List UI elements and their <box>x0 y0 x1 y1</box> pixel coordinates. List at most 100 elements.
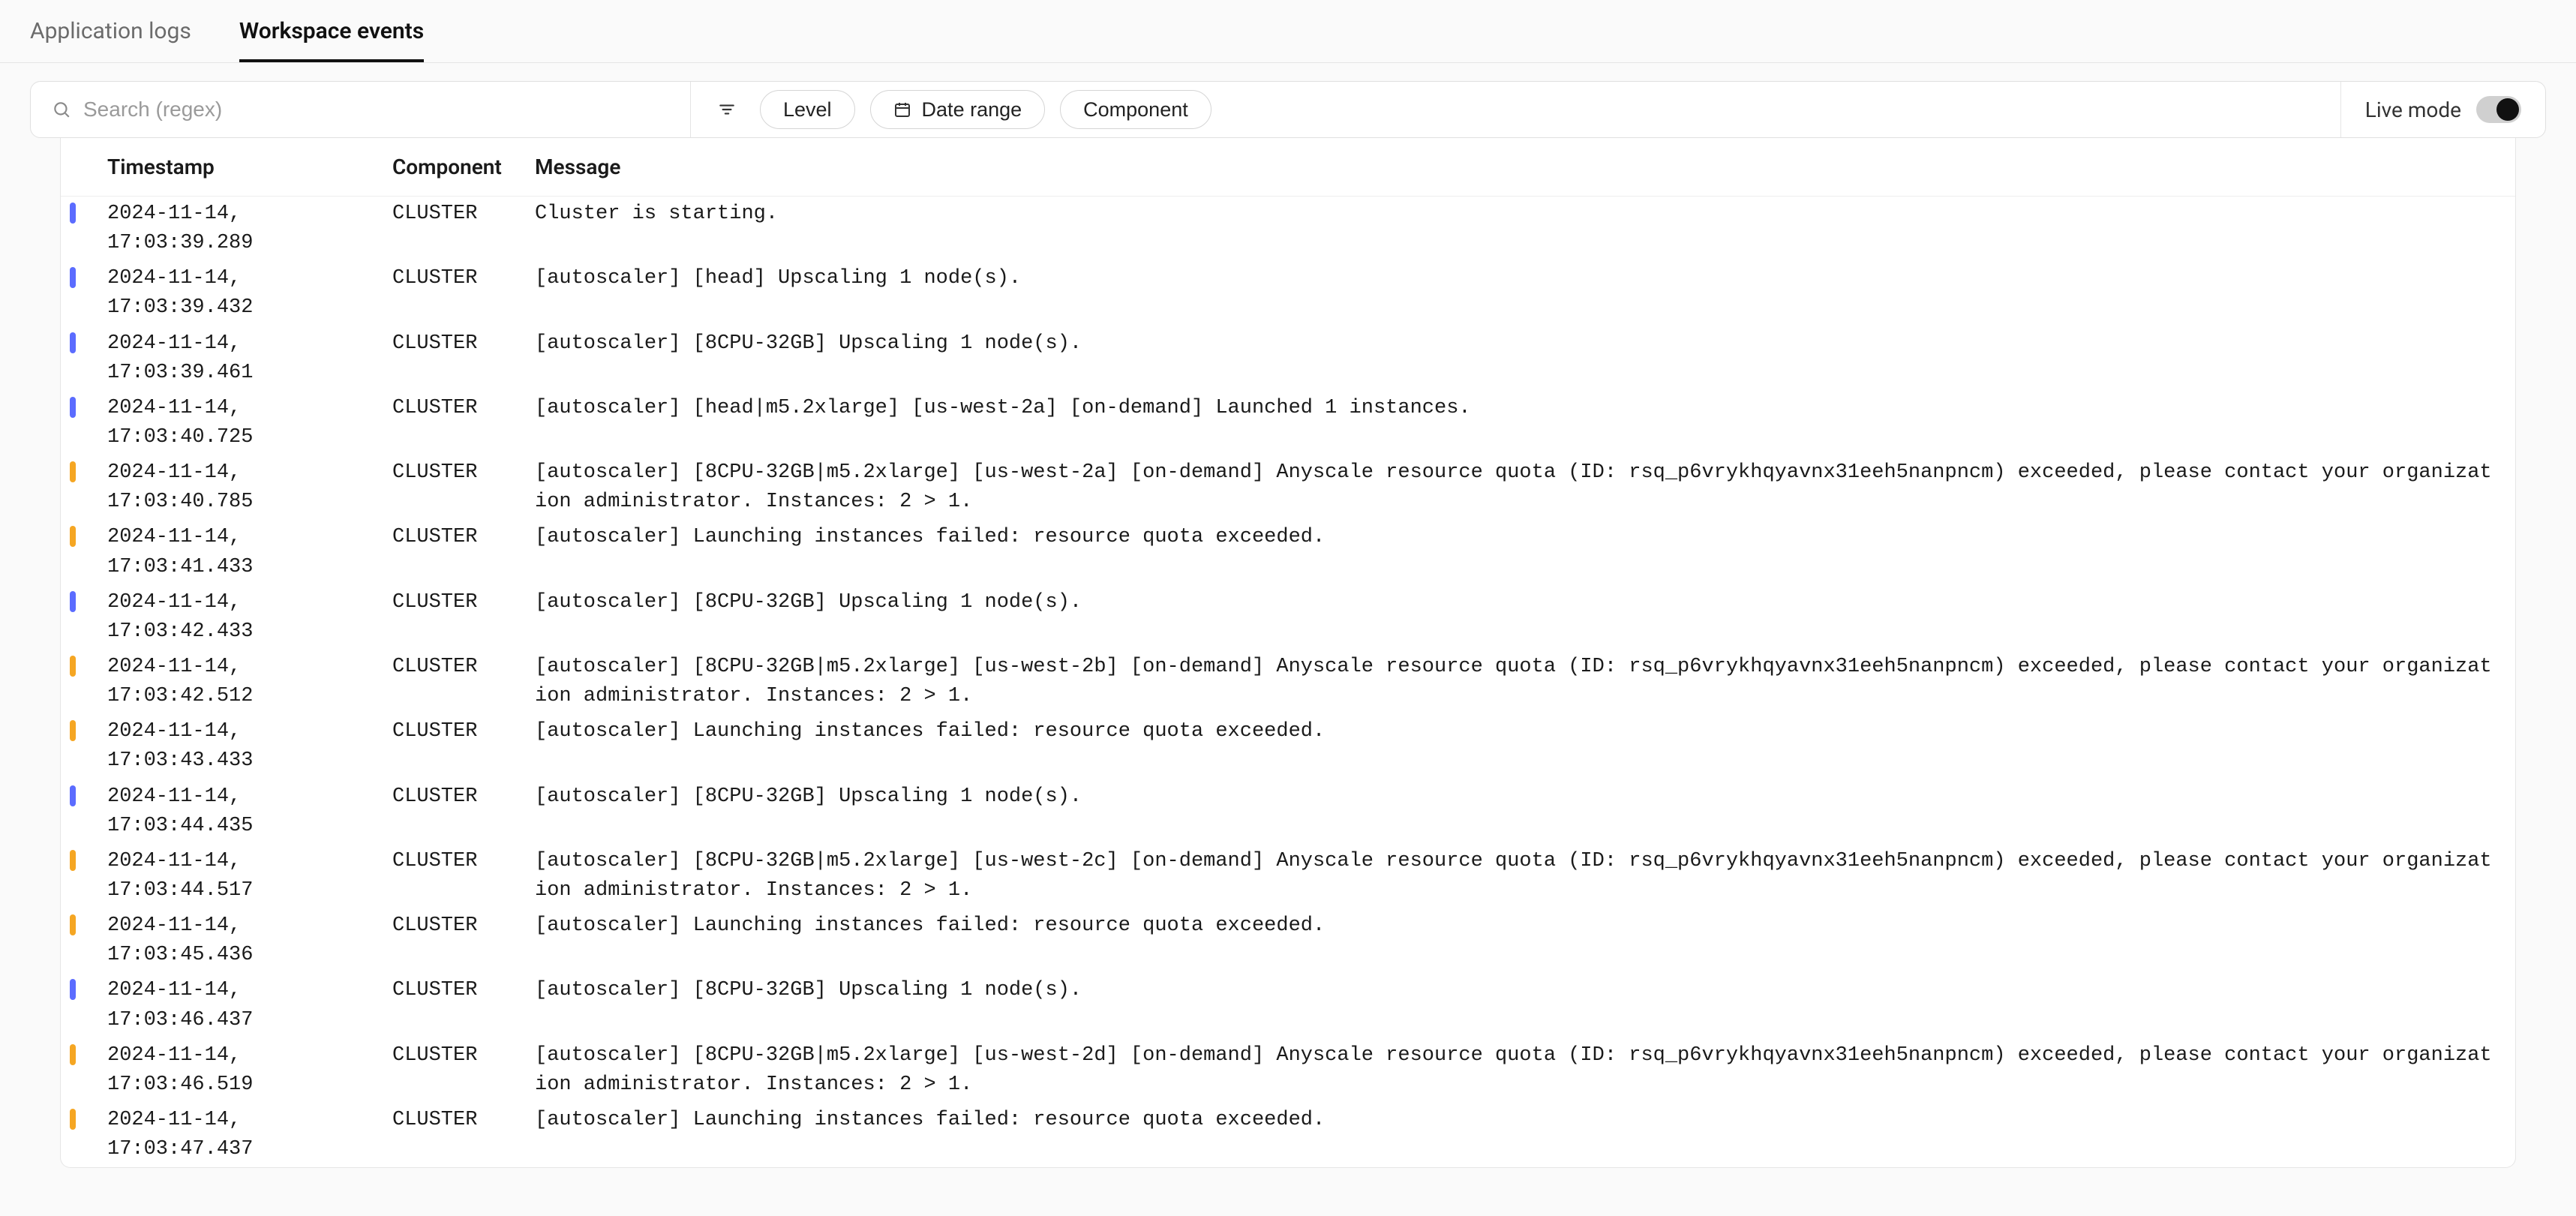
live-mode-label: Live mode <box>2365 98 2461 122</box>
events-table: Timestamp Component Message 2024-11-14, … <box>60 138 2516 1168</box>
cell-timestamp: 2024-11-14, 17:03:45.436 <box>107 911 377 970</box>
severity-indicator <box>70 267 76 288</box>
table-row[interactable]: 2024-11-14, 17:03:41.433 CLUSTER [autoscal… <box>61 520 2515 584</box>
level-filter-label: Level <box>783 98 832 122</box>
severity-indicator <box>70 656 76 677</box>
severity-indicator <box>70 203 76 224</box>
component-filter-button[interactable]: Component <box>1060 90 1211 129</box>
cell-timestamp: 2024-11-14, 17:03:42.433 <box>107 588 377 647</box>
cell-component: CLUSTER <box>392 782 520 812</box>
cell-message: [autoscaler] [8CPU-32GB|m5.2xlarge] [us-… <box>535 458 2500 517</box>
toggle-knob <box>2496 98 2519 121</box>
cell-timestamp: 2024-11-14, 17:03:39.432 <box>107 264 377 323</box>
table-row[interactable]: 2024-11-14, 17:03:46.437 CLUSTER [autoscal… <box>61 973 2515 1037</box>
cell-component: CLUSTER <box>392 458 520 488</box>
table-row[interactable]: 2024-11-14, 17:03:45.436 CLUSTER [autoscal… <box>61 908 2515 973</box>
cell-component: CLUSTER <box>392 1041 520 1070</box>
cell-message: [autoscaler] [8CPU-32GB|m5.2xlarge] [us-… <box>535 1041 2500 1100</box>
tab-application-logs[interactable]: Application logs <box>30 18 191 62</box>
table-row[interactable]: 2024-11-14, 17:03:39.432 CLUSTER [autoscal… <box>61 261 2515 326</box>
severity-indicator <box>70 526 76 547</box>
cell-component: CLUSTER <box>392 329 520 359</box>
table-row[interactable]: 2024-11-14, 17:03:47.437 CLUSTER [autoscal… <box>61 1103 2515 1167</box>
cell-message: [autoscaler] [8CPU-32GB|m5.2xlarge] [us-… <box>535 653 2500 711</box>
table-row[interactable]: 2024-11-14, 17:03:43.433 CLUSTER [autoscal… <box>61 714 2515 779</box>
cell-component: CLUSTER <box>392 847 520 876</box>
search-icon <box>52 100 71 119</box>
cell-message: [autoscaler] Launching instances failed:… <box>535 523 2500 552</box>
cell-message: [autoscaler] [head] Upscaling 1 node(s). <box>535 264 2500 293</box>
level-filter-button[interactable]: Level <box>760 90 855 129</box>
cell-component: CLUSTER <box>392 264 520 293</box>
severity-indicator <box>70 591 76 612</box>
live-mode-toggle[interactable] <box>2476 96 2521 123</box>
cell-timestamp: 2024-11-14, 17:03:46.437 <box>107 976 377 1034</box>
table-row[interactable]: 2024-11-14, 17:03:40.785 CLUSTER [autoscal… <box>61 455 2515 520</box>
col-message: Message <box>535 155 2500 179</box>
severity-indicator <box>70 397 76 418</box>
cell-message: Cluster is starting. <box>535 200 2500 229</box>
severity-indicator <box>70 1109 76 1130</box>
cell-component: CLUSTER <box>392 911 520 941</box>
tab-workspace-events[interactable]: Workspace events <box>239 18 424 62</box>
cell-component: CLUSTER <box>392 653 520 682</box>
severity-indicator <box>70 332 76 353</box>
cell-component: CLUSTER <box>392 523 520 552</box>
cell-timestamp: 2024-11-14, 17:03:40.725 <box>107 394 377 452</box>
cell-timestamp: 2024-11-14, 17:03:43.433 <box>107 717 377 776</box>
cell-timestamp: 2024-11-14, 17:03:44.435 <box>107 782 377 841</box>
cell-message: [autoscaler] Launching instances failed:… <box>535 717 2500 746</box>
date-range-filter-label: Date range <box>922 98 1022 122</box>
table-header: Timestamp Component Message <box>61 138 2515 197</box>
table-row[interactable]: 2024-11-14, 17:03:42.512 CLUSTER [autoscal… <box>61 650 2515 714</box>
cell-message: [autoscaler] Launching instances failed:… <box>535 1106 2500 1135</box>
cell-message: [autoscaler] Launching instances failed:… <box>535 911 2500 941</box>
cell-component: CLUSTER <box>392 588 520 617</box>
cell-timestamp: 2024-11-14, 17:03:42.512 <box>107 653 377 711</box>
cell-timestamp: 2024-11-14, 17:03:39.289 <box>107 200 377 258</box>
severity-indicator <box>70 785 76 806</box>
toolbar-container: Level Date range Component Live mode Tim… <box>0 63 2576 1216</box>
tabs-bar: Application logs Workspace events <box>0 0 2576 63</box>
severity-indicator <box>70 850 76 871</box>
severity-indicator <box>70 1044 76 1065</box>
cell-component: CLUSTER <box>392 1106 520 1135</box>
calendar-icon <box>893 101 911 119</box>
cell-timestamp: 2024-11-14, 17:03:39.461 <box>107 329 377 388</box>
table-body: 2024-11-14, 17:03:39.289 CLUSTER Cluster i… <box>61 197 2515 1167</box>
cell-timestamp: 2024-11-14, 17:03:47.437 <box>107 1106 377 1164</box>
filter-icon[interactable] <box>709 92 745 128</box>
cell-message: [autoscaler] [8CPU-32GB] Upscaling 1 nod… <box>535 782 2500 812</box>
cell-timestamp: 2024-11-14, 17:03:41.433 <box>107 523 377 581</box>
col-timestamp: Timestamp <box>107 155 377 179</box>
cell-component: CLUSTER <box>392 200 520 229</box>
cell-timestamp: 2024-11-14, 17:03:46.519 <box>107 1041 377 1100</box>
filters: Level Date range Component <box>691 90 2340 129</box>
cell-component: CLUSTER <box>392 976 520 1005</box>
severity-indicator <box>70 914 76 935</box>
table-row[interactable]: 2024-11-14, 17:03:42.433 CLUSTER [autoscal… <box>61 585 2515 650</box>
severity-indicator <box>70 720 76 741</box>
component-filter-label: Component <box>1083 98 1188 122</box>
cell-timestamp: 2024-11-14, 17:03:40.785 <box>107 458 377 517</box>
table-row[interactable]: 2024-11-14, 17:03:46.519 CLUSTER [autoscal… <box>61 1038 2515 1103</box>
table-row[interactable]: 2024-11-14, 17:03:44.517CLUSTER[autoscal… <box>61 844 2515 908</box>
severity-indicator <box>70 979 76 1000</box>
table-row[interactable]: 2024-11-14, 17:03:39.289 CLUSTER Cluster i… <box>61 197 2515 261</box>
cell-message: [autoscaler] [8CPU-32GB] Upscaling 1 nod… <box>535 588 2500 617</box>
cell-component: CLUSTER <box>392 394 520 423</box>
severity-indicator <box>70 461 76 482</box>
col-component: Component <box>392 155 520 179</box>
live-mode: Live mode <box>2340 82 2545 137</box>
search-input[interactable] <box>83 98 669 122</box>
table-row[interactable]: 2024-11-14, 17:03:40.725 CLUSTER [autoscal… <box>61 391 2515 455</box>
cell-message: [autoscaler] [8CPU-32GB] Upscaling 1 nod… <box>535 329 2500 359</box>
cell-message: [autoscaler] [head|m5.2xlarge] [us-west-… <box>535 394 2500 423</box>
date-range-filter-button[interactable]: Date range <box>870 90 1046 129</box>
table-row[interactable]: 2024-11-14, 17:03:39.461 CLUSTER [autoscal… <box>61 326 2515 391</box>
cell-component: CLUSTER <box>392 717 520 746</box>
cell-message: [autoscaler] [8CPU-32GB|m5.2xlarge] [us-… <box>535 847 2500 905</box>
cell-message: [autoscaler] [8CPU-32GB] Upscaling 1 nod… <box>535 976 2500 1005</box>
table-row[interactable]: 2024-11-14, 17:03:44.435 CLUSTER [autoscal… <box>61 779 2515 844</box>
toolbar: Level Date range Component Live mode <box>30 81 2546 138</box>
